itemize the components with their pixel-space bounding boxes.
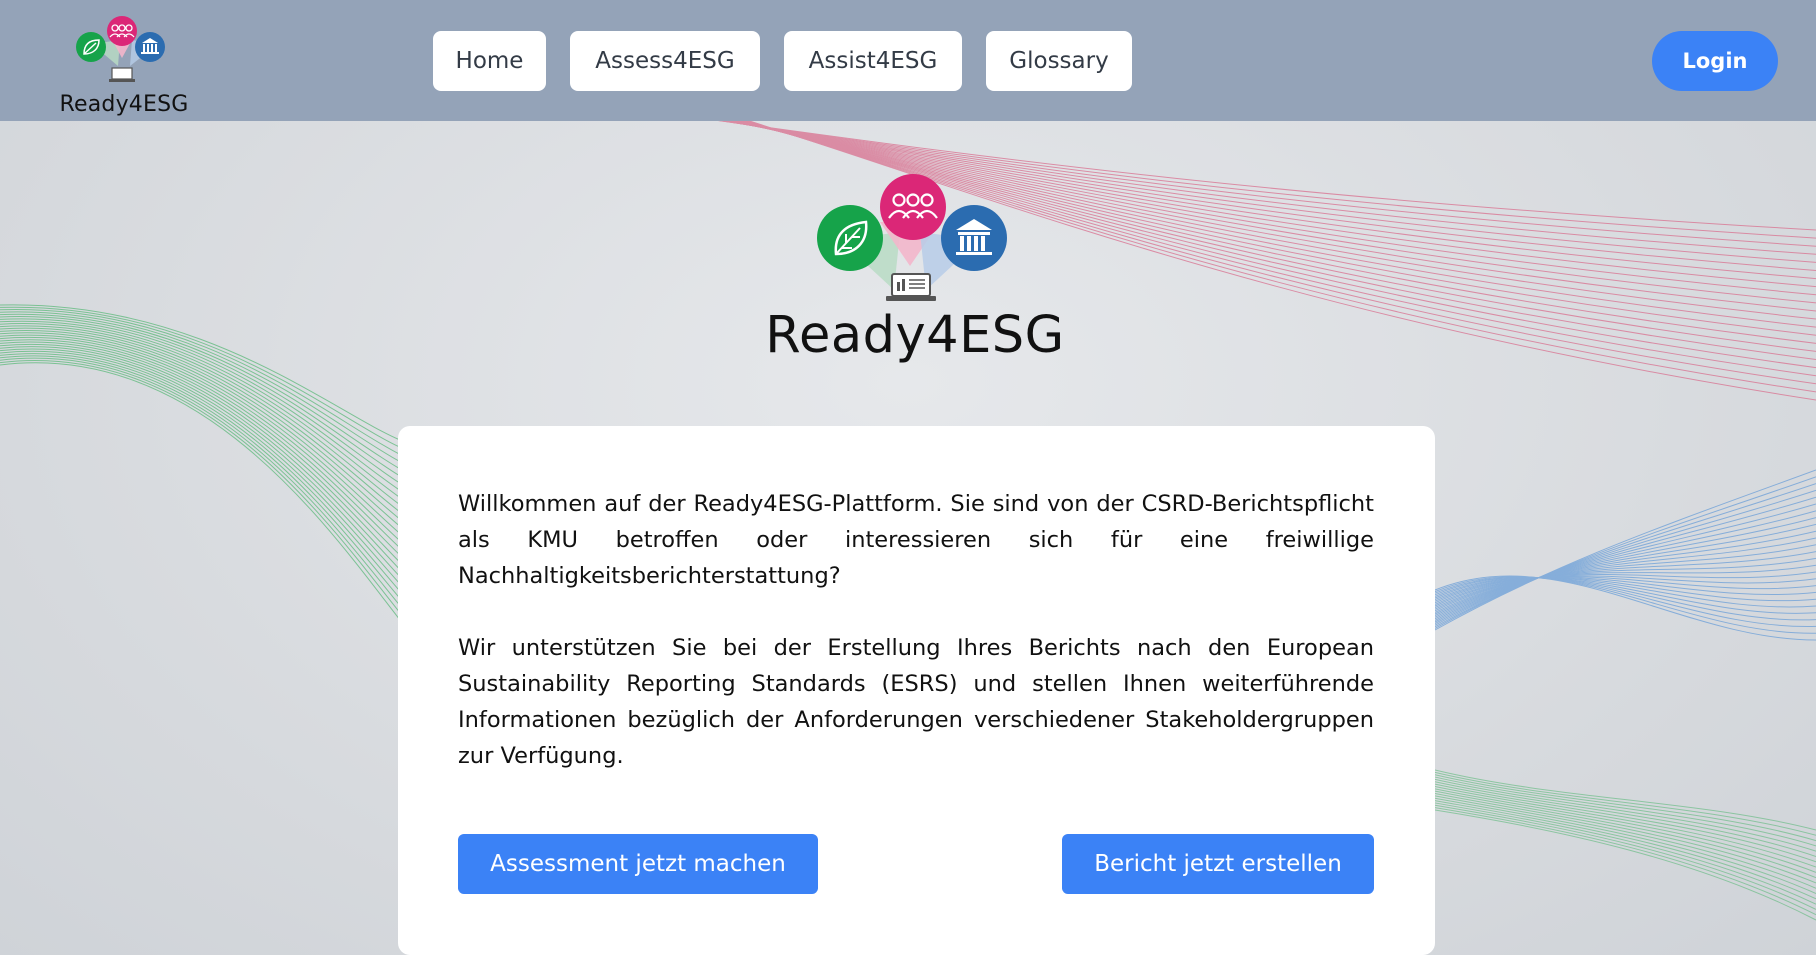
- wave-line: [0, 343, 401, 563]
- brand-logo: [76, 16, 165, 82]
- nav-assist4esg-button[interactable]: Assist4ESG: [784, 31, 962, 91]
- nav-home-button[interactable]: Home: [433, 31, 546, 91]
- wave-line: [0, 309, 401, 455]
- create-report-button[interactable]: Bericht jetzt erstellen: [1062, 834, 1374, 894]
- wave-line: [0, 306, 401, 448]
- wave-line: [1434, 483, 1816, 628]
- wave-line: [1434, 496, 1816, 625]
- wave-line: [0, 320, 401, 491]
- wave-line: [0, 316, 401, 477]
- wave-line: [1434, 503, 1816, 623]
- wave-line: [1434, 793, 1816, 884]
- people-icon: [880, 174, 946, 240]
- welcome-text: Willkommen auf der Ready4ESG-Plattform. …: [458, 486, 1374, 810]
- wave-line: [1434, 795, 1816, 889]
- start-assessment-button[interactable]: Assessment jetzt machen: [458, 834, 818, 894]
- hero-title: Ready4ESG: [765, 306, 1065, 365]
- wave-line: [0, 341, 401, 556]
- page: Ready4ESG Home Assess4ESG Assist4ESG Glo…: [0, 0, 1816, 955]
- brand-home-link[interactable]: Ready4ESG: [56, 12, 192, 117]
- welcome-paragraph-intro: Willkommen auf der Ready4ESG-Plattform. …: [458, 491, 1374, 589]
- nav-assess4esg-button[interactable]: Assess4ESG: [570, 31, 760, 91]
- wave-line: [0, 348, 401, 578]
- leaf-icon: [817, 205, 883, 271]
- wave-line: [1434, 489, 1816, 626]
- laptop-icon: [886, 273, 936, 301]
- wave-line: [0, 346, 401, 570]
- login-button[interactable]: Login: [1652, 31, 1778, 91]
- welcome-paragraph-support: Wir unterstützen Sie bei der Erstellung …: [458, 635, 1374, 769]
- top-navbar: Ready4ESG Home Assess4ESG Assist4ESG Glo…: [0, 0, 1816, 121]
- wave-line: [1434, 807, 1816, 916]
- wave-line: [1434, 537, 1816, 615]
- nav-glossary-button[interactable]: Glossary: [986, 31, 1132, 91]
- brand-name: Ready4ESG: [59, 92, 189, 117]
- welcome-card: Willkommen auf der Ready4ESG-Plattform. …: [398, 426, 1435, 955]
- wave-line: [1434, 781, 1816, 857]
- bank-icon: [941, 205, 1007, 271]
- hero-logo: [817, 174, 1007, 301]
- wave-line: [1434, 530, 1816, 617]
